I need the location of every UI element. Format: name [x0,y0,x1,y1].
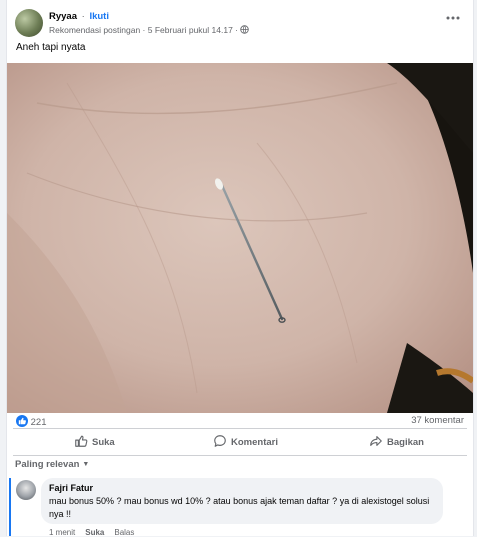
separator-dot: · [81,11,85,22]
comment-bubble: Fajri Fatur mau bonus 50% ? mau bonus wd… [41,478,443,524]
chevron-down-icon: ▼ [82,461,90,468]
like-button[interactable]: Suka [74,434,115,450]
reaction-summary[interactable]: 221 [16,415,47,429]
share-label: Bagikan [387,437,424,448]
like-label: Suka [92,437,115,448]
more-dots-icon[interactable] [443,10,463,26]
author-line: Ryyaa · Ikuti [49,11,109,22]
action-bar: Suka Komentari Bagikan [13,428,467,456]
comment-count[interactable]: 37 komentar [411,415,464,426]
author-avatar[interactable] [15,9,43,37]
comment-bubble-icon [214,435,226,447]
comment-text: mau bonus 50% ? mau bonus wd 10% ? atau … [49,496,430,519]
sort-label: Paling relevan [15,459,80,470]
commenter-avatar[interactable] [16,480,36,500]
share-button[interactable]: Bagikan [369,434,424,450]
post-header: Ryyaa · Ikuti Rekomendasi postingan · 5 … [15,8,465,40]
post-meta: Rekomendasi postingan · 5 Februari pukul… [49,25,250,36]
comment-label: Komentari [231,437,278,448]
post-caption: Aneh tapi nyata [16,42,86,53]
post-photo[interactable] [7,63,473,413]
comment-sort-dropdown[interactable]: Paling relevan ▼ [15,459,89,470]
follow-button[interactable]: Ikuti [89,11,109,22]
comment-thread-line [9,478,11,536]
thumbs-up-icon [75,435,88,447]
commenter-name[interactable]: Fajri Fatur [49,483,93,493]
reaction-count: 221 [30,417,47,428]
like-icon [16,415,28,427]
author-name[interactable]: Ryyaa [49,11,77,22]
globe-icon[interactable] [240,25,250,36]
comment-button[interactable]: Komentari [213,434,278,450]
share-arrow-icon [370,436,382,446]
post-meta-text: Rekomendasi postingan · 5 Februari pukul… [49,25,238,35]
post-card: Ryyaa · Ikuti Rekomendasi postingan · 5 … [6,0,474,537]
